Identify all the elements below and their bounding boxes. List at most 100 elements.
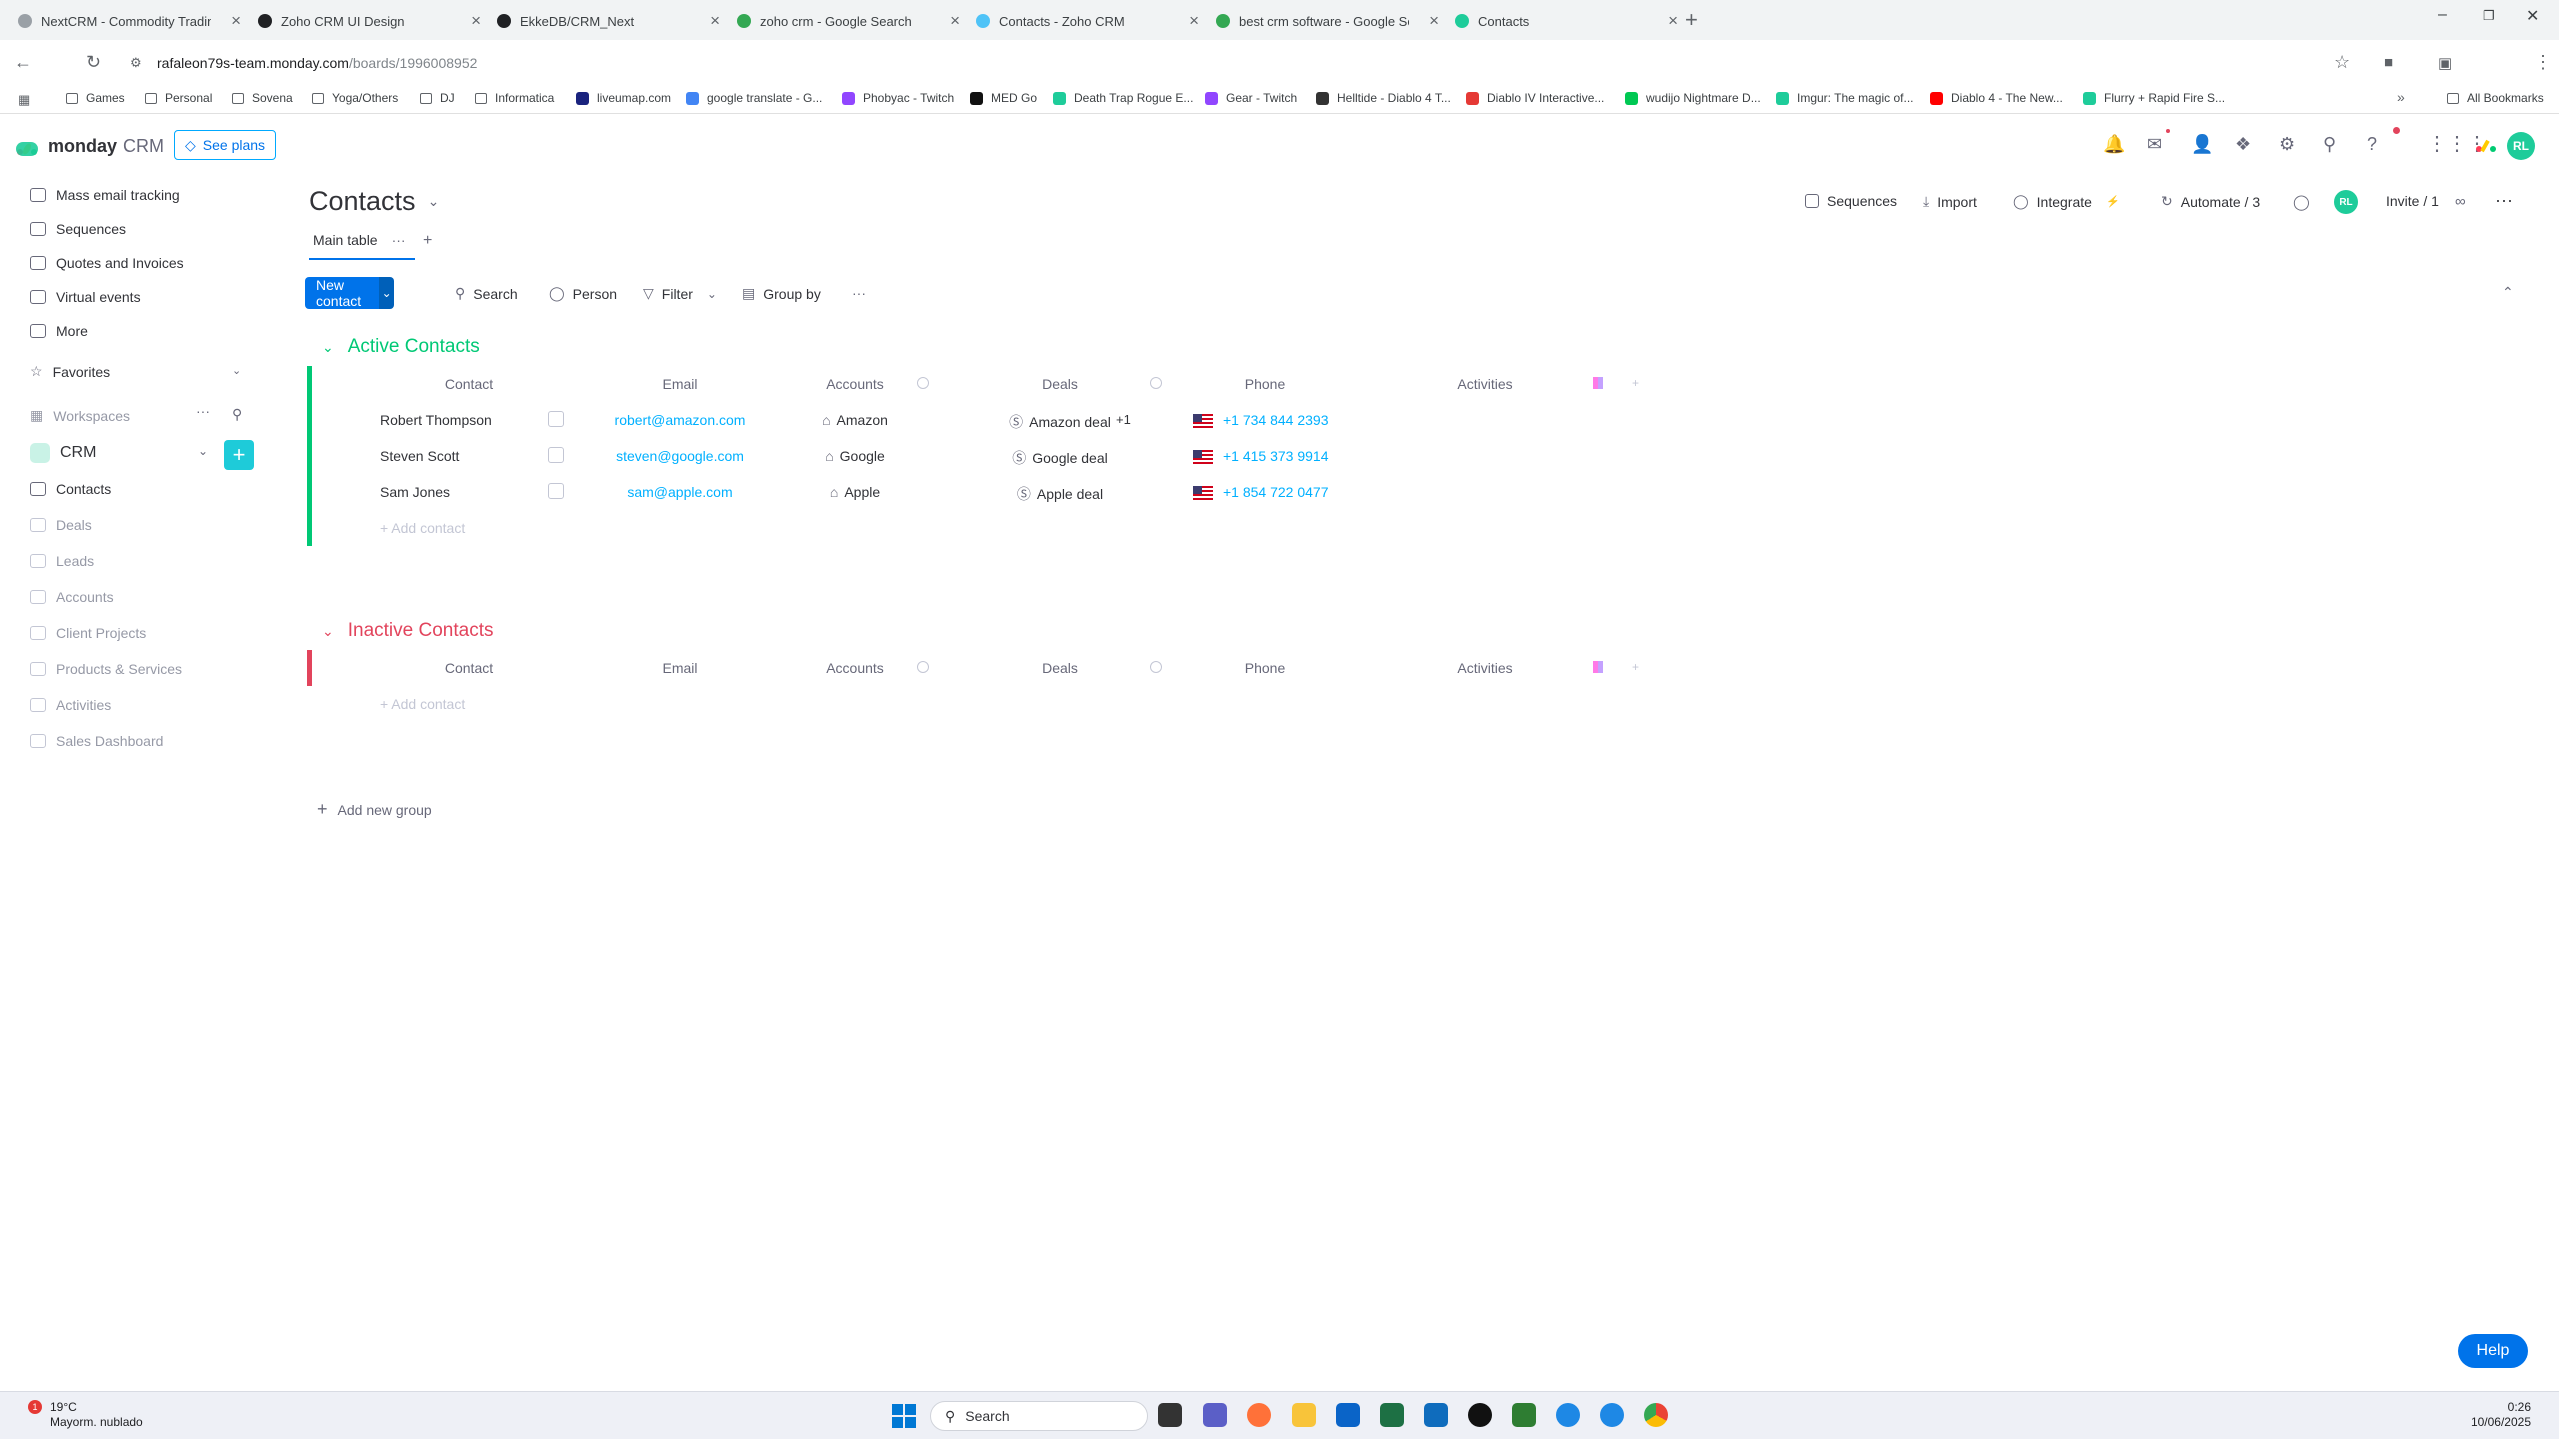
copy-link-icon[interactable]: ∞ — [2455, 193, 2466, 210]
automate-button[interactable]: ↻ Automate / 3 — [2161, 193, 2260, 210]
cast-icon[interactable]: ▣ — [2438, 54, 2452, 72]
open-item-icon[interactable] — [548, 483, 564, 499]
app-blue2-icon[interactable] — [1600, 1403, 1624, 1427]
restore-button[interactable]: ❐ — [2483, 8, 2495, 24]
column-header[interactable]: Email — [590, 376, 770, 392]
inbox-icon[interactable]: ✉ — [2147, 134, 2162, 155]
column-header[interactable]: Phone — [1205, 660, 1325, 676]
close-tab-icon[interactable]: × — [471, 11, 481, 31]
firefox-icon[interactable] — [1247, 1403, 1271, 1427]
column-color-icon[interactable] — [1593, 661, 1603, 673]
bookmark-item[interactable]: Helltide - Diablo 4 T... — [1316, 91, 1451, 105]
app-green-icon[interactable] — [1512, 1403, 1536, 1427]
board-more-icon[interactable]: ··· — [2495, 190, 2513, 211]
system-clock[interactable]: 0:26 10/06/2025 — [2471, 1400, 2531, 1430]
column-header[interactable]: Accounts — [805, 376, 905, 392]
add-item-button[interactable]: + — [224, 440, 254, 470]
invite-button[interactable]: Invite / 1 — [2386, 193, 2439, 209]
sequences-button[interactable]: Sequences — [1805, 193, 1897, 209]
close-tab-icon[interactable]: × — [231, 11, 241, 31]
close-tab-icon[interactable]: × — [1189, 11, 1199, 31]
apps-grid-icon[interactable]: ▦ — [18, 92, 30, 108]
column-header[interactable]: Phone — [1205, 376, 1325, 392]
column-info-icon[interactable] — [1150, 661, 1162, 673]
deal-cell[interactable]: Ⓢ Google deal — [985, 448, 1135, 468]
new-contact-button[interactable]: New contact — [305, 277, 380, 309]
tab-options-icon[interactable]: ··· — [392, 232, 406, 248]
favorites-section[interactable]: ☆ Favorites — [30, 363, 110, 380]
extensions-icon[interactable]: ■ — [2384, 54, 2393, 71]
vscode-icon[interactable] — [1424, 1403, 1448, 1427]
group-title[interactable]: ⌄ Inactive Contacts — [322, 620, 493, 642]
column-header[interactable]: Deals — [1000, 376, 1120, 392]
sidebar-item-mass-email-tracking[interactable]: Mass email tracking — [30, 187, 180, 203]
all-bookmarks[interactable]: All Bookmarks — [2447, 91, 2544, 105]
settings-gear-icon[interactable]: ⚙ — [2279, 134, 2295, 155]
apps-marketplace-icon[interactable]: ❖ — [2235, 134, 2251, 155]
bookmark-item[interactable]: Phobyac - Twitch — [842, 91, 954, 105]
close-tab-icon[interactable]: × — [1668, 11, 1678, 31]
browser-tab[interactable]: Contacts - Zoho CRM × — [976, 6, 1199, 36]
column-info-icon[interactable] — [917, 377, 929, 389]
board-title[interactable]: Contacts ⌄ — [309, 186, 439, 217]
browser-tab[interactable]: EkkeDB/CRM_Next × — [497, 6, 720, 36]
add-contact-row[interactable]: + Add contact — [380, 520, 465, 536]
file-explorer-icon[interactable] — [1292, 1403, 1316, 1427]
monday-logo[interactable]: monday CRM — [16, 136, 164, 157]
site-settings-icon[interactable]: ⚙ — [130, 55, 142, 71]
close-tab-icon[interactable]: × — [710, 11, 720, 31]
close-tab-icon[interactable]: × — [950, 11, 960, 31]
sidebar-item-more[interactable]: More — [30, 323, 88, 339]
sidebar-board-products-services[interactable]: Products & Services — [30, 661, 182, 677]
email-link[interactable]: robert@amazon.com — [590, 412, 770, 428]
user-avatar[interactable]: RL — [2507, 132, 2535, 160]
outlook-icon[interactable] — [1336, 1403, 1360, 1427]
column-header[interactable]: Accounts — [805, 660, 905, 676]
column-header[interactable]: Contact — [409, 376, 529, 392]
column-info-icon[interactable] — [1150, 377, 1162, 389]
back-icon[interactable]: ← — [14, 52, 32, 73]
column-header[interactable]: Deals — [1000, 660, 1120, 676]
account-cell[interactable]: ⌂ Apple — [805, 484, 905, 500]
sidebar-board-leads[interactable]: Leads — [30, 553, 94, 569]
bookmark-item[interactable]: Diablo 4 - The New... — [1930, 91, 2063, 105]
add-view-button[interactable]: + — [423, 232, 432, 250]
sidebar-board-contacts[interactable]: Contacts — [30, 481, 111, 497]
workspaces-section[interactable]: ▦ Workspaces — [30, 407, 130, 424]
bookmark-item[interactable]: DJ — [420, 91, 455, 105]
sidebar-board-accounts[interactable]: Accounts — [30, 589, 114, 605]
import-button[interactable]: ⤓ Import — [1923, 193, 1977, 210]
bookmark-item[interactable]: MED Go — [970, 91, 1037, 105]
workspace-crm[interactable]: CRM — [30, 443, 96, 463]
bookmark-item[interactable]: Imgur: The magic of... — [1776, 91, 1914, 105]
phone-cell[interactable]: +1 734 844 2393 — [1193, 412, 1329, 429]
more-bookmarks-icon[interactable]: » — [2397, 89, 2405, 105]
weather-widget[interactable]: 19°C Mayorm. nublado — [50, 1400, 143, 1430]
help-question-icon[interactable]: ? — [2367, 134, 2377, 155]
browser-tab[interactable]: NextCRM - Commodity Tradin × — [18, 6, 241, 36]
account-cell[interactable]: ⌂ Amazon — [805, 412, 905, 428]
add-new-group-button[interactable]: + Add new group — [317, 799, 432, 820]
tab-main-table[interactable]: Main table ··· — [309, 228, 415, 260]
browser-tab[interactable]: best crm software - Google Se × — [1216, 6, 1439, 36]
new-contact-dropdown[interactable]: ⌄ — [379, 277, 395, 309]
bookmark-item[interactable]: Games — [66, 91, 125, 105]
reload-icon[interactable]: ↻ — [86, 52, 101, 73]
search-icon[interactable]: ⚲ — [2323, 134, 2336, 155]
email-link[interactable]: sam@apple.com — [590, 484, 770, 500]
bookmark-item[interactable]: Yoga/Others — [312, 91, 398, 105]
search-tool[interactable]: ⚲ Search — [455, 285, 518, 302]
bookmark-item[interactable]: Flurry + Rapid Fire S... — [2083, 91, 2225, 105]
bookmark-star-icon[interactable]: ☆ — [2334, 52, 2350, 73]
chevron-down-icon[interactable]: ⌄ — [707, 287, 717, 301]
bookmark-item[interactable]: Diablo IV Interactive... — [1466, 91, 1604, 105]
minimize-button[interactable]: – — [2438, 6, 2447, 24]
board-member-avatar[interactable]: RL — [2334, 190, 2358, 214]
deal-cell[interactable]: Ⓢ Apple deal — [985, 484, 1135, 504]
phone-cell[interactable]: +1 415 373 9914 — [1193, 448, 1329, 465]
filter-tool[interactable]: ▽ Filter ⌄ — [643, 285, 717, 302]
column-header[interactable]: Contact — [409, 660, 529, 676]
browser-tab[interactable]: Contacts × — [1455, 6, 1678, 36]
deal-cell[interactable]: Ⓢ Amazon deal — [985, 412, 1135, 432]
phone-cell[interactable]: +1 854 722 0477 — [1193, 484, 1329, 501]
